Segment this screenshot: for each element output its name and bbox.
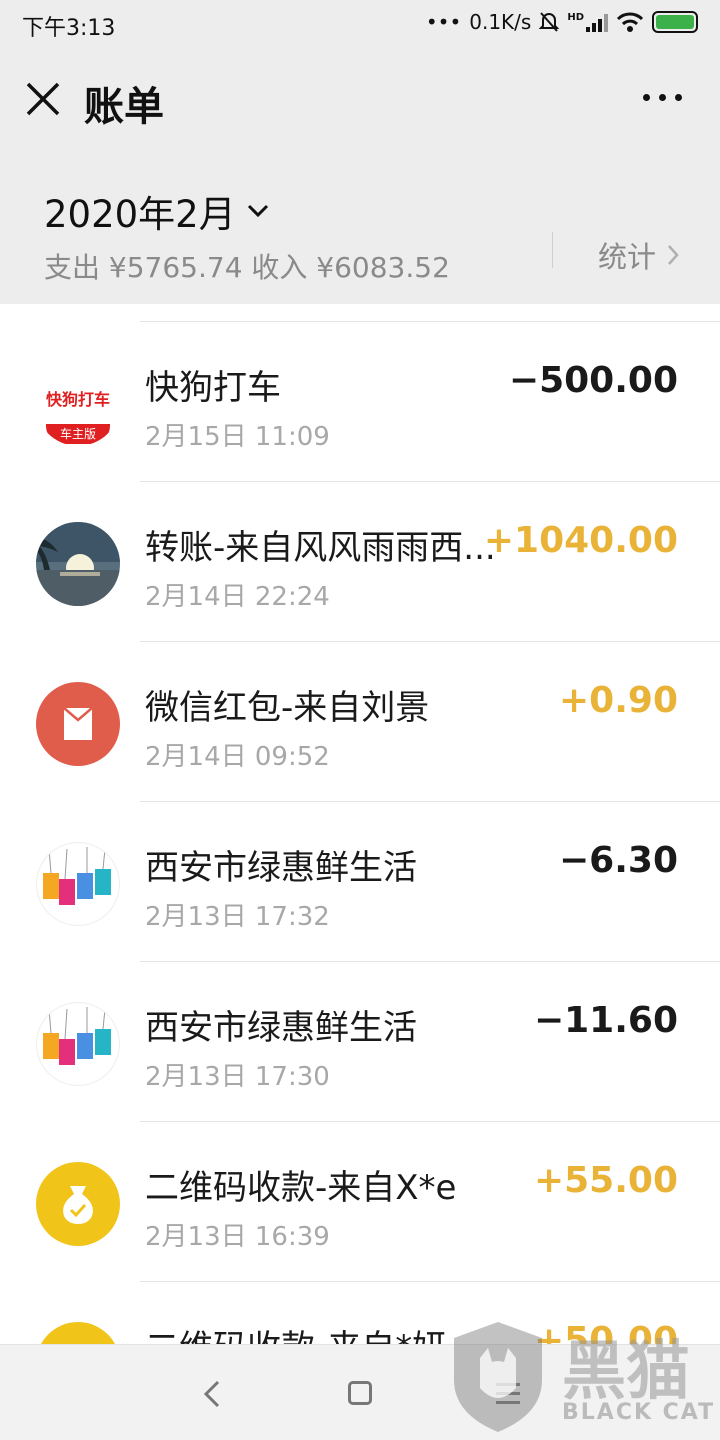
transaction-amount: +0.90 [559, 680, 678, 721]
status-time: 下午3:13 [22, 16, 116, 41]
close-icon[interactable] [24, 80, 62, 118]
net-speed: 0.1K/s [469, 10, 532, 34]
transaction-amount: −500.00 [508, 360, 678, 401]
transaction-row[interactable]: 微信红包-来自刘景 2月14日 09:52 +0.90 [0, 642, 720, 802]
signal-icon [586, 12, 608, 32]
chevron-down-icon [247, 204, 268, 218]
transaction-amount: −11.60 [533, 1000, 678, 1041]
transaction-time: 2月14日 22:24 [145, 582, 330, 612]
wifi-icon [616, 12, 644, 32]
month-label: 2020年2月 [44, 193, 236, 236]
transaction-time: 2月13日 16:39 [145, 1222, 330, 1252]
more-notifications-icon: ••• [425, 10, 462, 34]
sale-bags-icon [36, 842, 120, 926]
logo-subtext: 车主版 [46, 424, 110, 444]
status-icons: ••• 0.1K/s HD [426, 10, 698, 34]
money-bag-icon [36, 1322, 120, 1344]
transaction-title: 西安市绿惠鲜生活 [145, 848, 417, 888]
month-selector[interactable]: 2020年2月 [44, 184, 270, 238]
watermark-cn: 黑猫 [562, 1335, 690, 1409]
cat-shield-icon [454, 1322, 542, 1432]
transaction-row[interactable]: 快狗打车 车主版 快狗打车 2月15日 11:09 −500.00 [0, 322, 720, 482]
transaction-title: 西安市绿惠鲜生活 [145, 1008, 417, 1048]
transaction-row[interactable]: 西安市绿惠鲜生活 2月13日 17:32 −6.30 [0, 802, 720, 962]
watermark-en: BLACK CAT [562, 1400, 716, 1425]
money-bag-icon [36, 1162, 120, 1246]
transaction-row[interactable]: 二维码收款-来自X*e 2月13日 16:39 +55.00 [0, 1122, 720, 1282]
summary-divider [552, 232, 553, 268]
transaction-row[interactable]: 转账-来自风风雨雨西... 2月14日 22:24 +1040.00 [0, 482, 720, 642]
status-bar: 下午3:13 ••• 0.1K/s HD [0, 0, 720, 50]
transaction-amount: +1040.00 [483, 520, 678, 561]
sunset-avatar [36, 522, 120, 606]
logo-text: 快狗打车 [45, 390, 110, 409]
black-cat-watermark: 黑猫 BLACK CAT [448, 1318, 720, 1440]
summary-totals: 支出 ¥5765.74 收入 ¥6083.52 [44, 251, 450, 284]
nav-bar: 账单 [0, 50, 720, 150]
transaction-amount: −6.30 [559, 840, 678, 881]
mute-bell-icon [539, 12, 560, 32]
back-icon[interactable] [200, 1379, 224, 1409]
transaction-list[interactable]: 快狗打车 车主版 快狗打车 2月15日 11:09 −500.00 转账-来自风… [0, 304, 720, 1344]
home-icon[interactable] [348, 1381, 372, 1405]
hd-label: HD [567, 11, 584, 23]
transaction-time: 2月14日 09:52 [145, 742, 330, 772]
kuaigou-logo: 快狗打车 车主版 [36, 362, 120, 446]
transaction-title: 快狗打车 [145, 368, 281, 408]
red-packet-icon [36, 682, 120, 766]
transaction-time: 2月15日 11:09 [145, 422, 330, 452]
bill-summary: 2020年2月 支出 ¥5765.74 收入 ¥6083.52 统计 [0, 150, 720, 304]
transaction-title: 转账-来自风风雨雨西... [145, 528, 496, 568]
transaction-time: 2月13日 17:30 [145, 1062, 330, 1092]
transaction-time: 2月13日 17:32 [145, 902, 330, 932]
more-options-icon[interactable] [643, 94, 682, 101]
page-title: 账单 [84, 84, 164, 130]
transaction-row[interactable]: 西安市绿惠鲜生活 2月13日 17:30 −11.60 [0, 962, 720, 1122]
sale-bags-icon [36, 1002, 120, 1086]
stats-label: 统计 [598, 240, 657, 274]
chevron-right-icon [668, 245, 679, 265]
transaction-amount: +55.00 [533, 1160, 678, 1201]
transaction-title: 微信红包-来自刘景 [145, 688, 430, 728]
battery-icon [652, 11, 698, 33]
stats-button[interactable]: 统计 [598, 234, 680, 276]
transaction-title: 二维码收款-来自X*e [145, 1168, 457, 1208]
